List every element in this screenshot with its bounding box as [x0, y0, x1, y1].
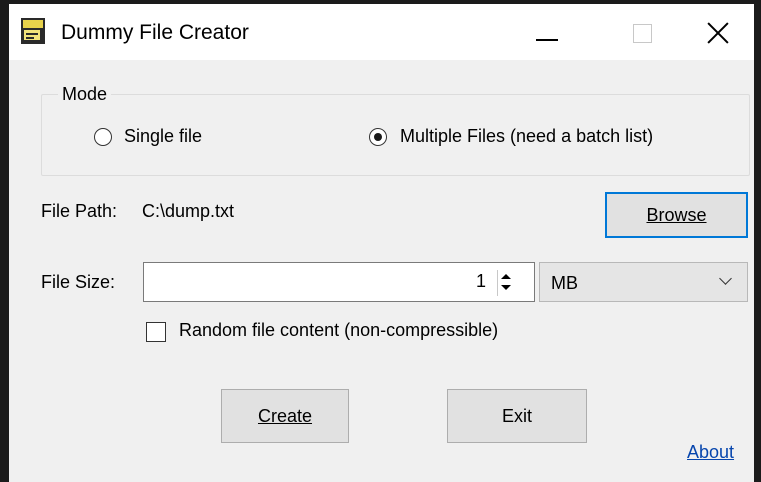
- create-button-label: Create: [257, 405, 313, 426]
- stepper-down-icon[interactable]: [501, 285, 511, 290]
- single-file-radio[interactable]: [94, 128, 112, 146]
- title-bar: Dummy File Creator: [9, 4, 754, 60]
- create-button[interactable]: Create: [221, 389, 349, 443]
- file-size-unit-value: MB: [551, 273, 578, 293]
- random-content-label-text: Random file content (non-compressible): [179, 320, 499, 340]
- file-size-label: File Size:: [41, 272, 116, 292]
- close-button[interactable]: [684, 4, 754, 60]
- file-size-value: 1: [475, 271, 486, 291]
- dummy-file-creator-window: Dummy File Creator Mode Single file Mult…: [9, 4, 754, 482]
- app-icon: [21, 18, 45, 44]
- chevron-down-icon: [719, 272, 732, 285]
- file-size-input[interactable]: 1: [143, 262, 535, 302]
- multiple-files-label[interactable]: Multiple Files (need a batch list): [400, 126, 653, 147]
- exit-button[interactable]: Exit: [447, 389, 587, 443]
- random-content-checkbox[interactable]: [146, 322, 166, 342]
- mode-group-label: Mode: [58, 84, 112, 105]
- file-size-stepper[interactable]: [497, 270, 515, 296]
- random-content-label[interactable]: Random file content (non-compressible): [179, 320, 498, 341]
- single-file-label[interactable]: Single file: [124, 126, 202, 147]
- minimize-button[interactable]: [511, 4, 581, 60]
- radio-selected-dot: [374, 133, 382, 141]
- background-left-edge: [0, 0, 9, 482]
- browse-button-label: Browse: [646, 204, 707, 225]
- window-title: Dummy File Creator: [61, 21, 249, 44]
- background-right-edge: [754, 4, 761, 482]
- file-path-value: C:\dump.txt: [142, 201, 235, 221]
- file-path-label: File Path:: [41, 201, 118, 221]
- browse-button[interactable]: Browse: [605, 192, 748, 238]
- stepper-up-icon[interactable]: [501, 274, 511, 279]
- multiple-files-radio[interactable]: [369, 128, 387, 146]
- maximize-button[interactable]: [606, 4, 676, 60]
- file-size-unit-select[interactable]: MB: [539, 262, 748, 302]
- about-link[interactable]: About: [687, 442, 734, 463]
- exit-button-label: Exit: [501, 405, 532, 426]
